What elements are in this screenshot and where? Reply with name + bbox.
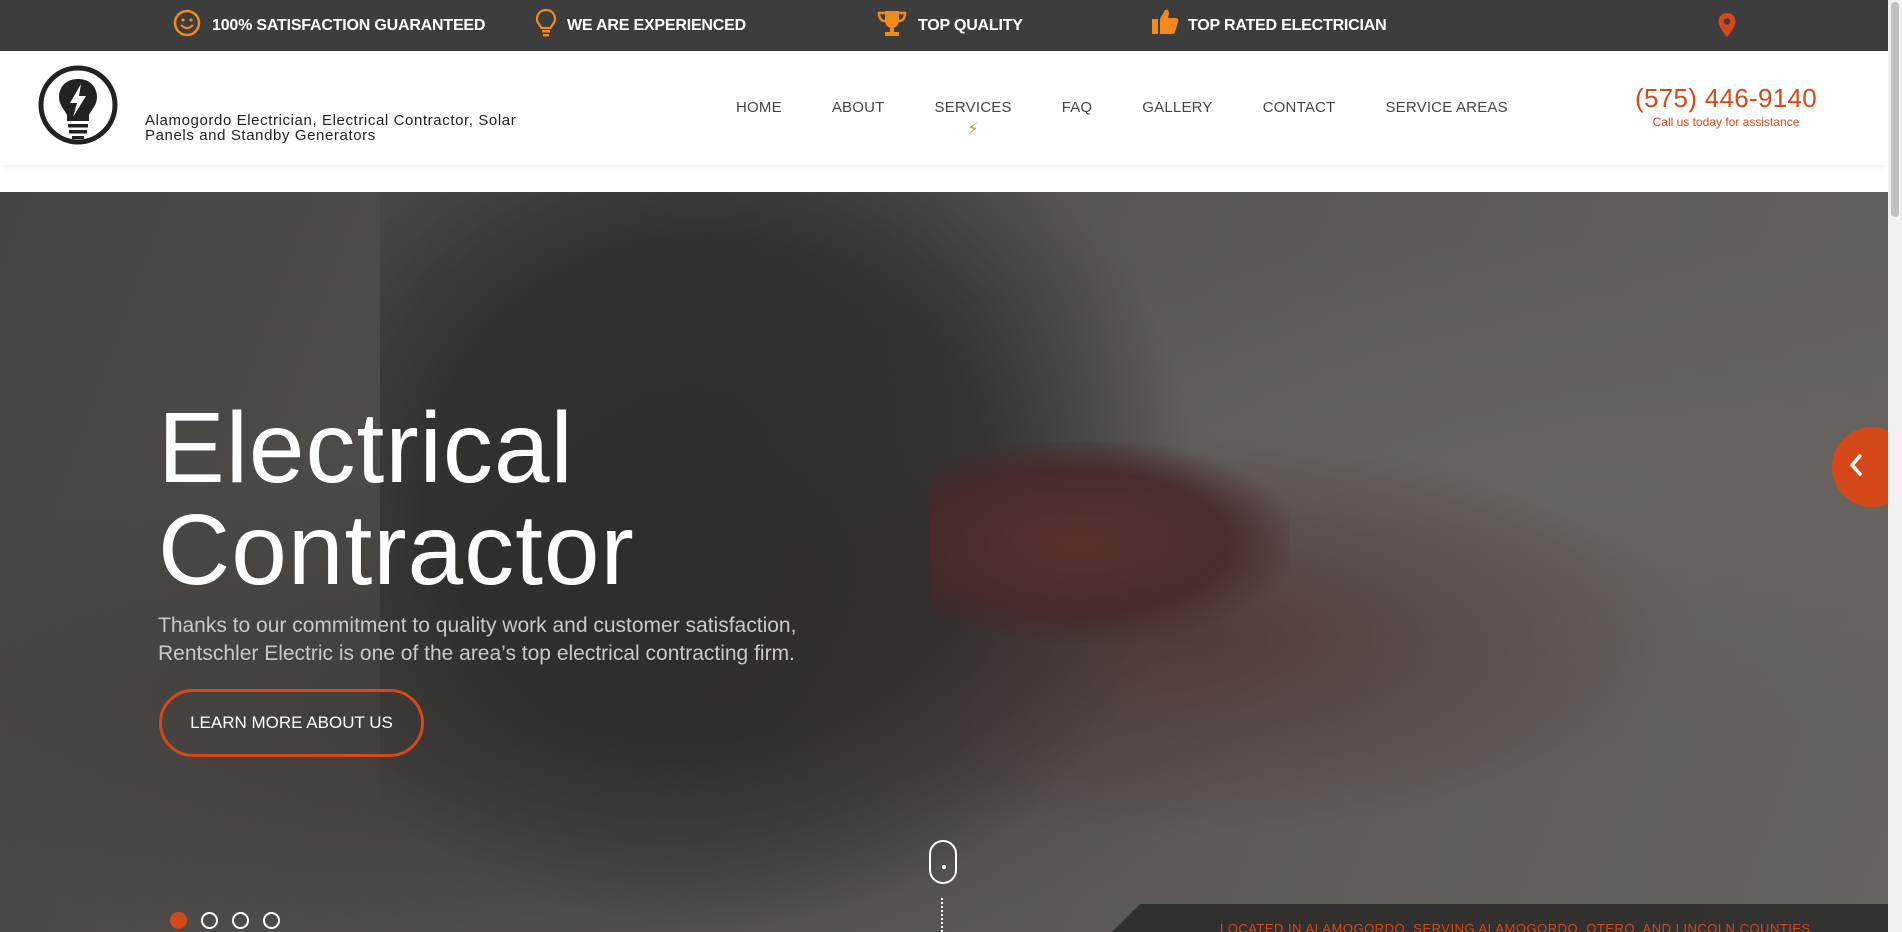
trophy-icon [876,8,908,38]
main-nav: HOME ABOUT SERVICES ⚡ FAQ GALLERY CONTACT… [736,99,1508,138]
nav-faq[interactable]: FAQ [1062,99,1093,116]
lightbulb-icon [535,8,557,38]
nav-home[interactable]: HOME [736,99,782,116]
nav-gallery[interactable]: GALLERY [1142,99,1212,116]
mouse-wheel [942,865,946,869]
phone-number-link[interactable]: (575) 446-9140 [1635,83,1817,114]
topbar-label: WE ARE EXPERIENCED [567,16,746,34]
slide-dot-3[interactable] [232,912,249,929]
learn-more-button[interactable]: LEARN MORE ABOUT US [159,689,424,757]
lightning-bolt-icon: ⚡ [967,121,979,138]
slider-pagination [170,912,280,929]
scroll-down-mouse-icon[interactable] [929,840,957,884]
hero-slider: Electrical Contractor Thanks to our comm… [0,192,1888,932]
nav-contact[interactable]: CONTACT [1263,99,1336,116]
thumbs-up-icon [1150,7,1180,37]
smiley-icon [172,8,202,38]
nav-services-label: SERVICES [934,99,1012,116]
phone-block: (575) 446-9140 Call us today for assista… [1635,83,1817,129]
phone-subtext: Call us today for assistance [1652,115,1800,129]
topbar-item-top-rated: TOP RATED ELECTRICIAN [1150,0,1387,51]
slide-dot-4[interactable] [263,912,280,929]
topbar-item-quality: TOP QUALITY [876,0,1023,51]
scroll-indicator-line [941,898,943,932]
hero-description: Thanks to our commitment to quality work… [158,612,898,668]
slide-dot-2[interactable] [201,912,218,929]
hero-description-line2: Rentschler Electric is one of the area’s… [158,642,795,665]
location-ribbon-text: LOCATED IN ALAMOGORDO, SERVING ALAMOGORD… [1220,921,1811,932]
slide-dot-1[interactable] [170,912,187,929]
map-pin-icon[interactable] [1717,12,1737,43]
page-scrollbar[interactable] [1888,0,1902,932]
topbar-item-experienced: WE ARE EXPERIENCED [533,0,746,51]
chevron-left-icon [1848,453,1864,482]
scrollbar-thumb[interactable] [1891,2,1899,217]
nav-about[interactable]: ABOUT [832,99,885,116]
topbar-label: TOP RATED ELECTRICIAN [1188,16,1387,34]
nav-service-areas[interactable]: SERVICE AREAS [1385,99,1507,116]
location-ribbon: LOCATED IN ALAMOGORDO, SERVING ALAMOGORD… [1100,904,1888,932]
site-header: Alamogordo Electrician, Electrical Contr… [0,51,1888,165]
hero-title-line1: Electrical [158,392,574,504]
lightbulb-bolt-logo[interactable] [37,65,119,158]
top-info-bar: 100% SATISFACTION GUARANTEED WE ARE EXPE… [0,0,1888,51]
hero-description-line1: Thanks to our commitment to quality work… [158,614,797,637]
topbar-label: 100% SATISFACTION GUARANTEED [212,16,486,34]
nav-services[interactable]: SERVICES ⚡ [934,99,1012,138]
site-tagline: Alamogordo Electrician, Electrical Contr… [145,112,517,144]
topbar-item-satisfaction: 100% SATISFACTION GUARANTEED [172,0,486,51]
topbar-label: TOP QUALITY [918,16,1023,34]
hero-title: Electrical Contractor [158,397,635,601]
hero-title-line2: Contractor [158,494,635,606]
